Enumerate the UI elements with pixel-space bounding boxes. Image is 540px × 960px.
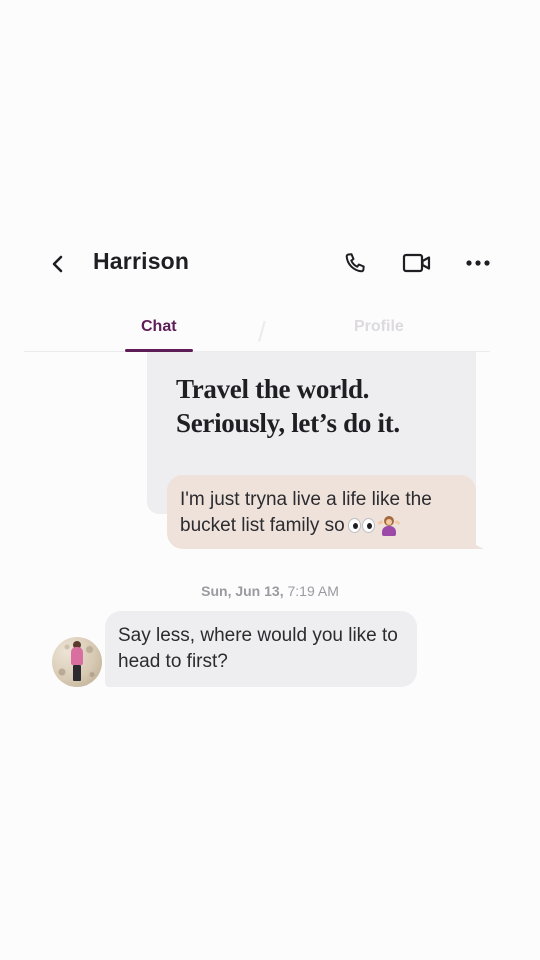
sent-message-text: I'm just tryna live a life like the buck… [180,487,470,539]
prompt-line-1: Travel the world. [176,374,370,404]
tab-bar: Chat / Profile [0,312,540,354]
video-call-button[interactable] [400,248,434,278]
call-button[interactable] [340,248,370,278]
eyes-emoji [347,513,376,539]
person-shrugging-emoji [377,516,401,536]
chevron-left-icon [52,255,63,273]
more-horizontal-icon [466,260,490,266]
tab-separator: / [258,316,266,347]
prompt-line-2: Seriously, let’s do it. [176,408,400,438]
received-message-text: Say less, where would you like to head t… [118,625,398,672]
back-button[interactable] [46,252,70,276]
timestamp-time: 7:19 AM [287,583,339,599]
sent-message-bubble[interactable]: I'm just tryna live a life like the buck… [167,475,476,549]
tab-chat[interactable]: Chat [141,318,177,336]
video-camera-icon [402,253,431,273]
phone-icon [345,253,365,273]
chat-header: Harrison [0,240,540,286]
more-options-button[interactable] [462,248,494,278]
contact-avatar[interactable] [52,637,102,687]
tab-profile[interactable]: Profile [354,318,404,336]
timestamp-date: Sun, Jun 13, [201,583,284,599]
prompt-answer: Travel the world. Seriously, let’s do it… [176,372,466,440]
message-timestamp: Sun, Jun 13, 7:19 AM [0,583,540,599]
contact-name[interactable]: Harrison [93,248,189,275]
chat-screen: Harrison Chat / Profile Travel the world… [0,0,540,960]
received-message-bubble[interactable]: Say less, where would you like to head t… [105,611,417,687]
